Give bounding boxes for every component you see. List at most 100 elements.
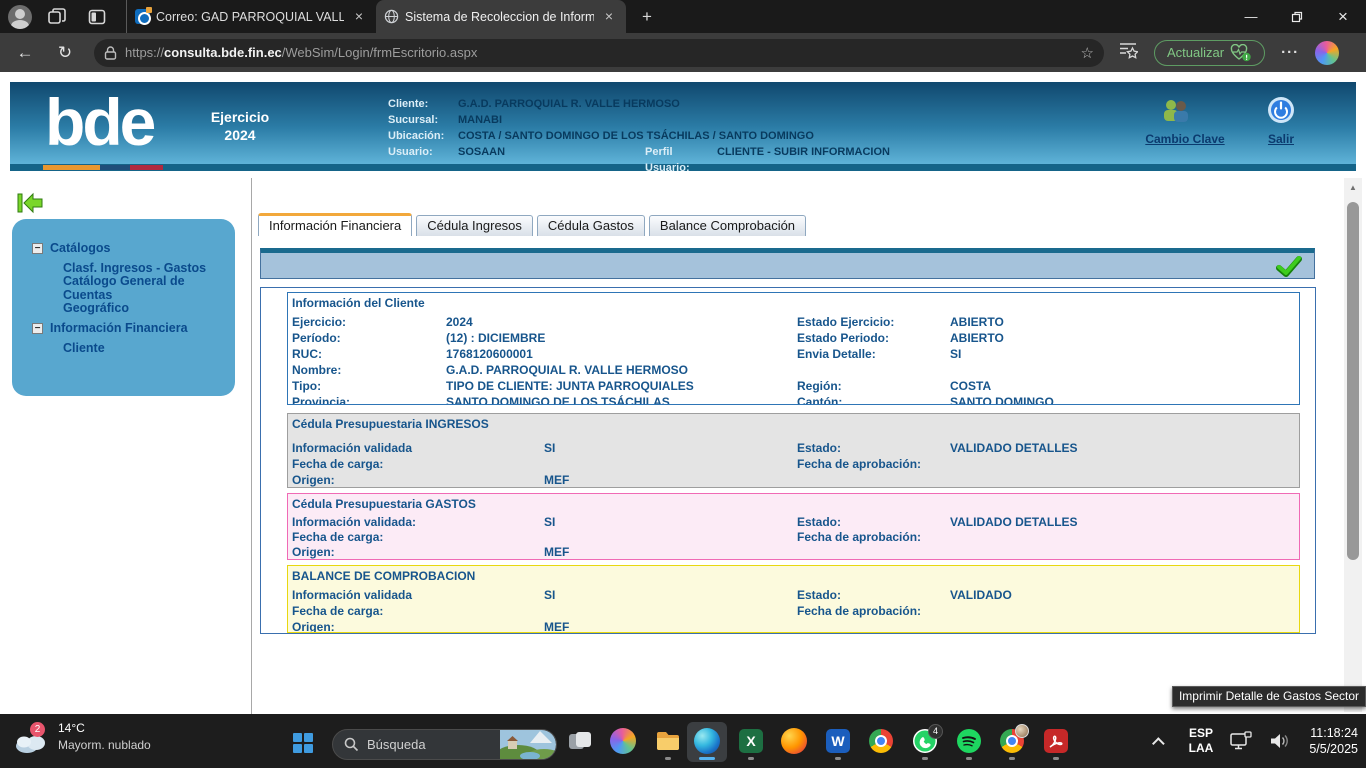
close-window-button[interactable]: × — [1320, 0, 1366, 33]
screen: Correo: GAD PARROQUIAL VALLE × Sistema d… — [0, 0, 1366, 768]
sucursal-value: MANABI — [458, 112, 502, 128]
scrollbar-thumb[interactable] — [1347, 202, 1359, 560]
whatsapp-icon[interactable]: 4 — [912, 728, 938, 754]
ubicacion-value: COSTA / SANTO DOMINGO DE LOS TSÁCHILAS /… — [458, 128, 814, 144]
taskbar-search[interactable]: Búsqueda — [332, 729, 557, 760]
clock[interactable]: 11:18:24 5/5/2025 — [1309, 725, 1358, 757]
perfil-value: CLIENTE - SUBIR INFORMACION — [717, 144, 890, 160]
url-text: https://consulta.bde.fin.ec/WebSim/Login… — [125, 45, 1073, 60]
chrome-icon[interactable] — [868, 728, 894, 754]
usuario-label: Usuario: — [388, 144, 458, 160]
cambio-clave-icon[interactable] — [1160, 98, 1192, 124]
section-title: BALANCE DE COMPROBACION — [288, 566, 1299, 587]
sidebar-item-catalogo-general-cuentas[interactable]: Catálogo General de Cuentas — [12, 278, 235, 298]
start-button[interactable] — [293, 733, 313, 753]
section-title: Cédula Presupuestaria INGRESOS — [288, 414, 1299, 435]
section-grid: Información validada:SIEstado:VALIDADO D… — [288, 515, 1299, 560]
excel-icon[interactable]: X — [738, 728, 764, 754]
sidebar-item-label: Cliente — [63, 341, 105, 355]
client-info-grid: Ejercicio:2024Estado Ejercicio:ABIERTO P… — [288, 314, 1299, 405]
ejercicio-year: Ejercicio 2024 — [190, 108, 290, 144]
validated-check-icon[interactable] — [1276, 256, 1302, 278]
actualizar-button[interactable]: Actualizar — [1154, 40, 1265, 66]
collapse-node-icon[interactable]: − — [32, 323, 43, 334]
client-info-panel: Información del Cliente Ejercicio:2024Es… — [287, 292, 1300, 405]
tab-close-icon[interactable]: × — [350, 8, 368, 26]
firefox-icon[interactable] — [781, 728, 807, 754]
outlook-icon — [135, 9, 150, 24]
cliente-value: G.A.D. PARROQUIAL R. VALLE HERMOSO — [458, 96, 680, 112]
cambio-clave-link[interactable]: Cambio Clave — [1125, 132, 1245, 146]
tab-title: Sistema de Recoleccion de Inform — [405, 10, 594, 24]
tooltip-imprimir-gastos: Imprimir Detalle de Gastos Sector — [1172, 686, 1366, 707]
bde-logo: bde — [45, 84, 153, 160]
tab-balance-comprobacion[interactable]: Balance Comprobación — [649, 215, 806, 236]
sidebar-item-cliente[interactable]: Cliente — [12, 338, 235, 358]
task-view-icon[interactable] — [567, 728, 593, 754]
minimize-button[interactable]: — — [1228, 0, 1274, 33]
browser-menu-icon[interactable]: ··· — [1281, 44, 1299, 61]
tab-close-icon[interactable]: × — [600, 8, 618, 26]
cliente-label: Cliente: — [388, 96, 458, 112]
restore-button[interactable] — [1274, 0, 1320, 33]
collapse-node-icon[interactable]: − — [32, 243, 43, 254]
word-icon[interactable]: W — [825, 728, 851, 754]
weather-temp: 14°C — [58, 720, 151, 737]
system-tray: ESP LAA 11:18:24 5/5/2025 — [1156, 714, 1358, 768]
tray-time: 11:18:24 — [1309, 725, 1358, 741]
edge-icon[interactable] — [694, 728, 720, 754]
bookmark-star-icon[interactable]: ☆ — [1081, 44, 1094, 62]
main-tab-strip: Información Financiera Cédula Ingresos C… — [258, 213, 810, 236]
network-icon[interactable] — [1229, 731, 1253, 751]
spotify-icon[interactable] — [956, 728, 982, 754]
favorites-icon[interactable] — [1118, 41, 1138, 64]
sidebar-item-label: Clasf. Ingresos - Gastos — [63, 261, 206, 275]
back-button[interactable]: ← — [10, 38, 40, 68]
salir-power-icon[interactable] — [1267, 96, 1295, 124]
section-grid: Información validadaSIEstado:VALIDADO DE… — [288, 440, 1299, 488]
tab-cedula-gastos[interactable]: Cédula Gastos — [537, 215, 645, 236]
workspaces-icon[interactable] — [42, 4, 72, 30]
sidebar-item-catalogos[interactable]: − Catálogos — [12, 238, 235, 258]
tab-cedula-ingresos[interactable]: Cédula Ingresos — [416, 215, 533, 236]
weather-widget[interactable]: 2 14°C Mayorm. nublado — [12, 720, 151, 754]
sidebar-item-label: Catálogo General de Cuentas — [63, 274, 235, 302]
search-placeholder: Búsqueda — [367, 737, 500, 752]
new-tab-button[interactable]: + — [634, 4, 660, 30]
acrobat-icon[interactable] — [1043, 728, 1069, 754]
window-controls: — × — [1228, 0, 1366, 33]
chrome-profile-icon[interactable] — [999, 728, 1025, 754]
refresh-button[interactable]: ↻ — [50, 38, 80, 68]
tab-actions-icon[interactable] — [82, 4, 112, 30]
validation-toolbar — [260, 248, 1315, 279]
file-explorer-icon[interactable] — [655, 728, 681, 754]
bde-logo-underline — [43, 165, 163, 170]
salir-link[interactable]: Salir — [1241, 132, 1321, 146]
collapse-menu-icon[interactable] — [17, 192, 43, 214]
section-title: Cédula Presupuestaria GASTOS — [288, 494, 1299, 515]
copilot-icon[interactable] — [1315, 41, 1339, 65]
section-cedula-ingresos: Cédula Presupuestaria INGRESOS Informaci… — [287, 413, 1300, 488]
browser-navbar: ← ↻ https://consulta.bde.fin.ec/WebSim/L… — [0, 33, 1366, 72]
ubicacion-label: Ubicación: — [388, 128, 458, 144]
page-scrollbar[interactable]: ▲ — [1344, 178, 1362, 712]
client-header-info: Cliente:G.A.D. PARROQUIAL R. VALLE HERMO… — [388, 96, 890, 160]
sucursal-label: Sucursal: — [388, 112, 458, 128]
browser-tab-sistema[interactable]: Sistema de Recoleccion de Inform × — [376, 0, 626, 33]
sidebar-item-label: Catálogos — [50, 241, 110, 255]
address-bar[interactable]: https://consulta.bde.fin.ec/WebSim/Login… — [94, 39, 1104, 67]
tab-informacion-financiera[interactable]: Información Financiera — [258, 213, 412, 236]
scrollbar-up-arrow[interactable]: ▲ — [1344, 180, 1362, 196]
section-balance-comprobacion: BALANCE DE COMPROBACION Información vali… — [287, 565, 1300, 633]
profile-avatar[interactable] — [8, 5, 32, 29]
sidebar-item-informacion-financiera[interactable]: − Información Financiera — [12, 318, 235, 338]
copilot-taskbar-icon[interactable] — [610, 728, 636, 754]
browser-tab-mail[interactable]: Correo: GAD PARROQUIAL VALLE × — [126, 0, 376, 33]
language-indicator[interactable]: ESP LAA — [1189, 726, 1214, 756]
volume-icon[interactable] — [1269, 732, 1291, 750]
whatsapp-badge: 4 — [928, 724, 943, 739]
section-cedula-gastos: Cédula Presupuestaria GASTOS Información… — [287, 493, 1300, 560]
section-grid: Información validadaSIEstado:VALIDADO Fe… — [288, 587, 1299, 633]
sidebar-item-label: Información Financiera — [50, 321, 188, 335]
browser-tab-strip: Correo: GAD PARROQUIAL VALLE × Sistema d… — [0, 0, 1366, 33]
